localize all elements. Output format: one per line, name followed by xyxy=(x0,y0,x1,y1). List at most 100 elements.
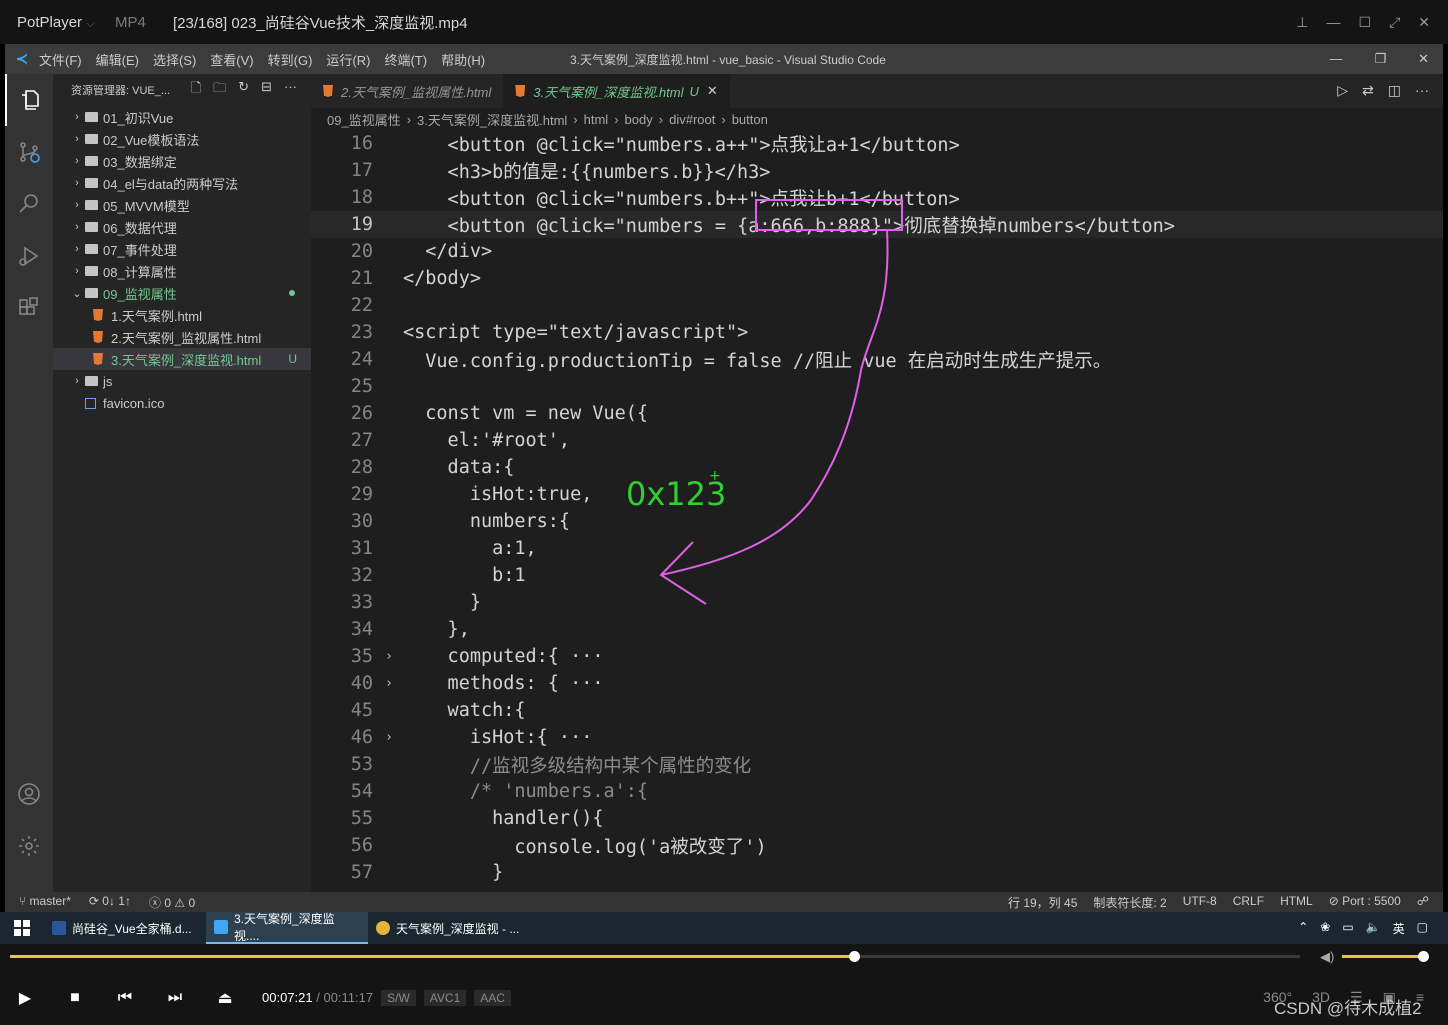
code-line[interactable]: 55 handler(){ xyxy=(311,805,1443,832)
line-ending[interactable]: CRLF xyxy=(1233,894,1264,911)
tab-size[interactable]: 制表符长度: 2 xyxy=(1093,894,1166,911)
tree-item[interactable]: › js xyxy=(53,370,311,392)
chevron-right-icon[interactable]: › xyxy=(69,111,85,123)
live-server-port[interactable]: ⊘ Port : 5500 xyxy=(1329,894,1401,911)
tree-item[interactable]: › 08_计算属性 xyxy=(53,260,311,282)
code-line[interactable]: 25 xyxy=(311,373,1443,400)
git-branch[interactable]: ⑂ master* xyxy=(19,894,71,911)
code-line[interactable]: 53 //监视多级结构中某个属性的变化 xyxy=(311,751,1443,778)
feedback-icon[interactable]: ☍ xyxy=(1417,894,1429,911)
menu-item[interactable]: 查看(V) xyxy=(210,53,253,68)
code-line[interactable]: 18 <button @click="numbers.b++">点我让b+1</… xyxy=(311,184,1443,211)
code-line[interactable]: 31 a:1, xyxy=(311,535,1443,562)
run-icon[interactable]: ▷ xyxy=(1337,82,1348,99)
tree-item[interactable]: › 07_事件处理 xyxy=(53,238,311,260)
taskbar-item[interactable]: 天气案例_深度监视 - ... xyxy=(368,912,530,944)
code-line[interactable]: 40 › methods: { ··· xyxy=(311,670,1443,697)
menu-item[interactable]: 帮助(H) xyxy=(441,53,485,68)
new-file-icon[interactable]: 🗋 xyxy=(191,79,201,101)
seek-bar[interactable] xyxy=(10,951,1300,962)
tree-item[interactable]: ⌄ 09_监视属性 xyxy=(53,282,311,304)
source-control-icon[interactable] xyxy=(5,126,53,178)
menu-item[interactable]: 终端(T) xyxy=(384,53,427,68)
tree-item[interactable]: 2.天气案例_监视属性.html xyxy=(53,326,311,348)
chevron-right-icon[interactable]: › xyxy=(69,265,85,277)
refresh-icon[interactable]: ↻ xyxy=(238,79,249,101)
volume-handle[interactable] xyxy=(1418,951,1429,962)
menu-item[interactable]: 转到(G) xyxy=(268,53,313,68)
close-icon[interactable]: ✕ xyxy=(1418,14,1430,31)
more-actions-icon[interactable]: ··· xyxy=(284,79,297,101)
code-line[interactable]: 22 xyxy=(311,292,1443,319)
breadcrumb-item[interactable]: html xyxy=(584,112,609,127)
chevron-down-icon[interactable]: ⌵ xyxy=(86,18,94,30)
run-debug-icon[interactable] xyxy=(5,230,53,282)
tree-item[interactable]: › 01_初识Vue xyxy=(53,106,311,128)
fullscreen-icon[interactable]: ⤢ xyxy=(1389,14,1400,31)
tray-app-icon[interactable]: ❀ xyxy=(1320,920,1330,937)
split-editor-icon[interactable]: ◫ xyxy=(1388,82,1401,99)
close-tab-icon[interactable]: ✕ xyxy=(707,83,718,99)
problems-status[interactable]: ⓧ 0 ⚠ 0 xyxy=(149,894,195,911)
network-icon[interactable]: ▭ xyxy=(1342,920,1353,937)
chevron-down-icon[interactable]: ⌄ xyxy=(69,287,85,300)
code-line[interactable]: 28 data:{ xyxy=(311,454,1443,481)
chevron-right-icon[interactable]: › xyxy=(69,177,85,189)
collapse-all-icon[interactable]: ⊟ xyxy=(261,79,272,101)
code-line[interactable]: 30 numbers:{ xyxy=(311,508,1443,535)
account-icon[interactable] xyxy=(5,768,53,820)
chevron-right-icon[interactable]: › xyxy=(69,199,85,211)
minimize-icon[interactable]: — xyxy=(1329,51,1342,67)
sync-status[interactable]: ⟳ 0↓ 1↑ xyxy=(89,894,131,911)
tree-item[interactable]: 3.天气案例_深度监视.html U xyxy=(53,348,311,370)
new-folder-icon[interactable]: 🗀 xyxy=(213,79,226,101)
menu-item[interactable]: 文件(F) xyxy=(39,53,82,68)
more-actions-icon[interactable]: ··· xyxy=(1415,82,1429,99)
stop-icon[interactable]: ■ xyxy=(50,989,100,1007)
code-line[interactable]: 54 /* 'numbers.a':{ xyxy=(311,778,1443,805)
language-mode[interactable]: HTML xyxy=(1280,894,1313,911)
volume-icon[interactable]: ◀) xyxy=(1320,949,1334,965)
code-line[interactable]: 16 <button @click="numbers.a++">点我让a+1</… xyxy=(311,130,1443,157)
code-editor[interactable]: 0x123 + 16 <button @click="numbers.a++">… xyxy=(311,130,1443,892)
code-line[interactable]: 26 const vm = new Vue({ xyxy=(311,400,1443,427)
chevron-right-icon[interactable]: › xyxy=(69,243,85,255)
potplayer-logo[interactable]: PotPlayer ⌵ xyxy=(0,14,115,31)
code-line[interactable]: 20 </div> xyxy=(311,238,1443,265)
breadcrumb-item[interactable]: button xyxy=(732,112,768,127)
chevron-right-icon[interactable]: › xyxy=(69,221,85,233)
code-line[interactable]: 27 el:'#root', xyxy=(311,427,1443,454)
chevron-right-icon[interactable]: › xyxy=(69,133,85,145)
fold-chevron-icon[interactable]: › xyxy=(375,676,403,691)
chevron-right-icon[interactable]: › xyxy=(69,155,85,167)
code-line[interactable]: 19 <button @click="numbers = {a:666,b:88… xyxy=(311,211,1443,238)
volume-slider[interactable] xyxy=(1342,951,1429,962)
code-line[interactable]: 17 <h3>b的值是:{{numbers.b}}</h3> xyxy=(311,157,1443,184)
pin-icon[interactable]: ⊥ xyxy=(1296,14,1308,31)
tree-item[interactable]: › 06_数据代理 xyxy=(53,216,311,238)
code-line[interactable]: 35 › computed:{ ··· xyxy=(311,643,1443,670)
chevron-right-icon[interactable]: › xyxy=(69,375,85,387)
volume-icon[interactable]: 🔈 xyxy=(1366,920,1381,937)
next-icon[interactable]: ⏭ xyxy=(150,989,200,1007)
open-changes-icon[interactable]: ⇄ xyxy=(1362,82,1374,99)
restore-icon[interactable]: ❐ xyxy=(1374,51,1386,67)
taskbar-item[interactable]: 3.天气案例_深度监视.... xyxy=(206,912,368,944)
windows-start-icon[interactable] xyxy=(0,920,44,936)
fold-chevron-icon[interactable]: › xyxy=(375,649,403,664)
breadcrumb-item[interactable]: div#root xyxy=(669,112,715,127)
tree-item[interactable]: › 03_数据绑定 xyxy=(53,150,311,172)
editor-tab[interactable]: 2.天气案例_监视属性.html xyxy=(311,74,503,108)
close-icon[interactable]: ✕ xyxy=(1418,51,1429,67)
maximize-icon[interactable]: ☐ xyxy=(1359,14,1372,31)
play-icon[interactable]: ▶ xyxy=(0,988,50,1008)
code-line[interactable]: 24 Vue.config.productionTip = false //阻止… xyxy=(311,346,1443,373)
menu-item[interactable]: 运行(R) xyxy=(326,53,370,68)
code-line[interactable]: 32 b:1 xyxy=(311,562,1443,589)
tree-item[interactable]: › 05_MVVM模型 xyxy=(53,194,311,216)
settings-gear-icon[interactable] xyxy=(5,820,53,872)
code-line[interactable]: 29 isHot:true, xyxy=(311,481,1443,508)
ime-indicator[interactable]: 英 xyxy=(1393,920,1405,937)
menu-item[interactable]: 选择(S) xyxy=(153,53,196,68)
code-line[interactable]: 21 </body> xyxy=(311,265,1443,292)
